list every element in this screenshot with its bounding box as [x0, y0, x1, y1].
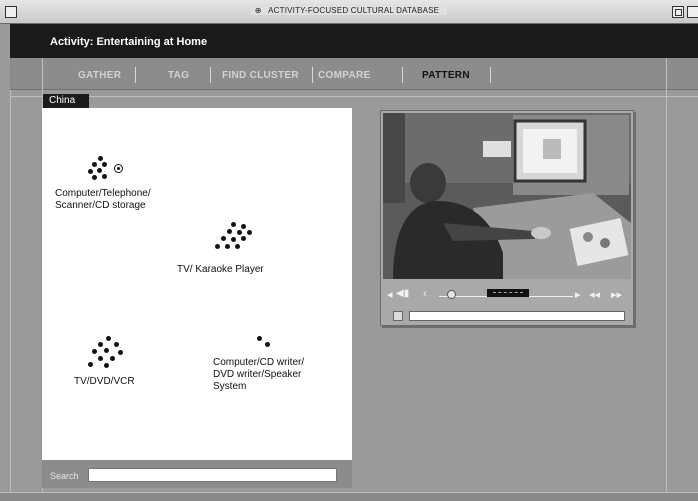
- grid-line: [10, 90, 11, 492]
- nav-divider: [135, 67, 136, 83]
- play-icon[interactable]: ▸: [575, 288, 581, 301]
- region-tab-china[interactable]: China: [43, 94, 89, 108]
- caption-row: [383, 309, 631, 323]
- zoom-box[interactable]: [672, 6, 684, 18]
- collapse-box[interactable]: [687, 6, 698, 18]
- tab-gather[interactable]: GATHER: [78, 70, 121, 81]
- cluster-label: Computer/CD writer/ DVD writer/Speaker S…: [213, 357, 305, 392]
- nav-divider: [490, 67, 491, 83]
- cluster-canvas: [42, 108, 352, 460]
- window-titlebar: ⊕ ACTIVITY-FOCUSED CULTURAL DATABASE: [0, 0, 698, 24]
- window-title: ⊕ ACTIVITY-FOCUSED CULTURAL DATABASE: [0, 6, 698, 15]
- grid-line: [10, 96, 698, 97]
- video-player: ◂ ◀▮ ‹ ▸ ◂◂ ▸▸: [380, 110, 634, 326]
- activity-header: Activity: Entertaining at Home: [10, 24, 698, 58]
- cluster-label: TV/DVD/VCR: [74, 376, 135, 387]
- search-input[interactable]: [88, 468, 337, 482]
- caption-icon[interactable]: [393, 311, 403, 321]
- window-title-text: ACTIVITY-FOCUSED CULTURAL DATABASE: [264, 6, 444, 15]
- grid-line: [666, 58, 667, 492]
- skip-back-icon[interactable]: ◂◂: [589, 288, 600, 301]
- skip-forward-icon[interactable]: ▸▸: [611, 288, 622, 301]
- video-frame-image[interactable]: [383, 113, 631, 279]
- nav-divider: [210, 67, 211, 83]
- search-bar: Search: [42, 460, 352, 488]
- bottom-strip: [0, 492, 698, 501]
- volume-icon[interactable]: ◀▮: [396, 288, 409, 299]
- cluster-label: TV/ Karaoke Player: [177, 264, 264, 275]
- tab-pattern[interactable]: PATTERN: [422, 70, 470, 81]
- player-controls: ◂ ◀▮ ‹ ▸ ◂◂ ▸▸: [383, 283, 631, 307]
- nav-divider: [402, 67, 403, 83]
- tab-tag[interactable]: TAG: [168, 70, 189, 81]
- selected-cluster-marker-icon: [114, 164, 123, 173]
- tab-find-cluster[interactable]: FIND CLUSTER: [222, 70, 299, 81]
- rewind-icon[interactable]: ‹: [423, 288, 427, 300]
- step-back-icon[interactable]: ◂: [387, 288, 393, 301]
- main-nav: GATHER TAG FIND CLUSTER COMPARE PATTERN: [10, 58, 698, 90]
- progress-knob[interactable]: [447, 290, 456, 299]
- search-label: Search: [50, 471, 79, 481]
- cluster-label: Computer/Telephone/ Scanner/CD storage: [55, 188, 151, 211]
- tab-compare[interactable]: COMPARE: [318, 70, 370, 81]
- video-still: [383, 113, 631, 279]
- timecode-display: [487, 289, 529, 297]
- activity-title: Activity: Entertaining at Home: [50, 36, 208, 48]
- caption-field[interactable]: [409, 311, 625, 321]
- nav-divider: [312, 67, 313, 83]
